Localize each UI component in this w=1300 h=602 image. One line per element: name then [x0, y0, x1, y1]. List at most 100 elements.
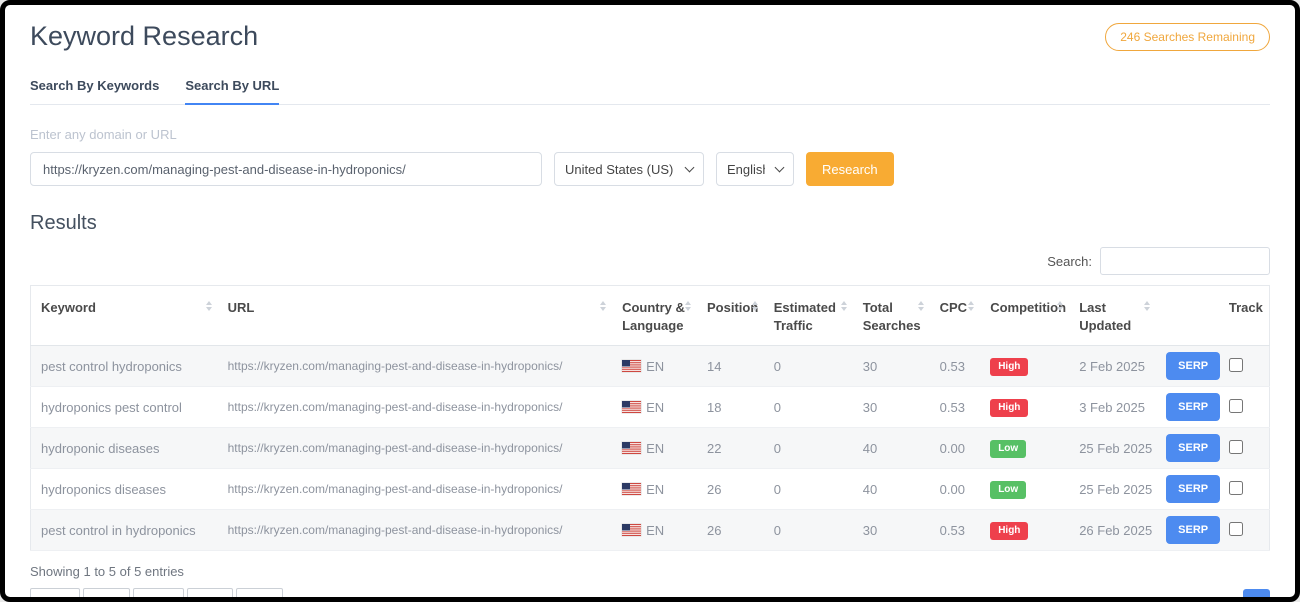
url-cell: https://kryzen.com/managing-pest-and-dis…: [218, 510, 612, 551]
serp-cell: SERP: [1156, 346, 1219, 387]
table-row: hydroponics pest control https://kryzen.…: [31, 387, 1270, 428]
position-cell: 14: [697, 346, 764, 387]
table-search-input[interactable]: [1100, 247, 1270, 275]
tab-search-by-keywords[interactable]: Search By Keywords: [30, 78, 159, 104]
cpc-cell: 0.53: [930, 346, 981, 387]
sort-icon: [968, 301, 974, 311]
col-label: CPC: [940, 300, 967, 315]
language-code: EN: [646, 441, 664, 456]
col-header-estimated-traffic[interactable]: Estimated Traffic: [764, 286, 853, 346]
csv-button[interactable]: CSV: [83, 588, 130, 602]
col-label: Country & Language: [622, 300, 685, 333]
sort-icon: [1057, 301, 1063, 311]
table-controls: Search:: [30, 247, 1270, 275]
competition-cell: High: [980, 387, 1069, 428]
col-header-country-language[interactable]: Country & Language: [612, 286, 697, 346]
results-table: Keyword URL Country & Language Position …: [30, 285, 1270, 551]
total-searches-cell: 30: [853, 510, 930, 551]
country-language-cell: EN: [612, 346, 697, 387]
position-cell: 26: [697, 469, 764, 510]
entries-info: Showing 1 to 5 of 5 entries: [30, 564, 1270, 579]
keyword-cell: hydroponics diseases: [31, 469, 218, 510]
country-language-cell: EN: [612, 428, 697, 469]
pagination: 1: [1243, 589, 1270, 602]
competition-badge: Low: [990, 440, 1026, 458]
competition-cell: High: [980, 510, 1069, 551]
position-cell: 18: [697, 387, 764, 428]
col-header-total-searches[interactable]: Total Searches: [853, 286, 930, 346]
estimated-traffic-cell: 0: [764, 387, 853, 428]
serp-button[interactable]: SERP: [1166, 352, 1220, 380]
country-select[interactable]: United States (US): [554, 152, 704, 186]
keyword-cell: pest control in hydroponics: [31, 510, 218, 551]
position-cell: 26: [697, 510, 764, 551]
col-header-position[interactable]: Position: [697, 286, 764, 346]
track-cell: [1219, 510, 1270, 551]
export-buttons: Copy CSV Excel PDF Print: [30, 588, 283, 602]
track-checkbox[interactable]: [1229, 522, 1243, 536]
copy-button[interactable]: Copy: [30, 588, 80, 602]
table-row: hydroponics diseases https://kryzen.com/…: [31, 469, 1270, 510]
competition-cell: Low: [980, 469, 1069, 510]
research-button[interactable]: Research: [806, 152, 894, 186]
table-footer: Copy CSV Excel PDF Print 1: [30, 588, 1270, 602]
table-header-row: Keyword URL Country & Language Position …: [31, 286, 1270, 346]
col-header-keyword[interactable]: Keyword: [31, 286, 218, 346]
estimated-traffic-cell: 0: [764, 428, 853, 469]
competition-cell: High: [980, 346, 1069, 387]
col-header-serp: [1156, 286, 1219, 346]
total-searches-cell: 40: [853, 469, 930, 510]
language-select[interactable]: English: [716, 152, 794, 186]
page-1-button[interactable]: 1: [1243, 589, 1270, 602]
track-checkbox[interactable]: [1229, 358, 1243, 372]
position-cell: 22: [697, 428, 764, 469]
serp-cell: SERP: [1156, 510, 1219, 551]
last-updated-cell: 2 Feb 2025: [1069, 346, 1156, 387]
col-label: URL: [228, 300, 255, 315]
col-header-last-updated[interactable]: Last Updated: [1069, 286, 1156, 346]
col-header-competition[interactable]: Competition: [980, 286, 1069, 346]
serp-button[interactable]: SERP: [1166, 516, 1220, 544]
tab-bar: Search By Keywords Search By URL: [30, 78, 1270, 105]
language-select-wrap: English: [716, 152, 794, 186]
country-language-cell: EN: [612, 510, 697, 551]
col-header-cpc[interactable]: CPC: [930, 286, 981, 346]
estimated-traffic-cell: 0: [764, 469, 853, 510]
excel-button[interactable]: Excel: [133, 588, 184, 602]
estimated-traffic-cell: 0: [764, 510, 853, 551]
col-label: Total Searches: [863, 300, 921, 333]
sort-icon: [841, 301, 847, 311]
track-checkbox[interactable]: [1229, 481, 1243, 495]
keyword-cell: hydroponics pest control: [31, 387, 218, 428]
serp-button[interactable]: SERP: [1166, 475, 1220, 503]
track-checkbox[interactable]: [1229, 440, 1243, 454]
table-row: pest control hydroponics https://kryzen.…: [31, 346, 1270, 387]
col-label: Position: [707, 300, 758, 315]
sort-icon: [600, 301, 606, 311]
track-cell: [1219, 387, 1270, 428]
page-title: Keyword Research: [30, 21, 258, 52]
searches-remaining-badge: 246 Searches Remaining: [1105, 23, 1270, 51]
competition-badge: High: [990, 522, 1028, 540]
url-cell: https://kryzen.com/managing-pest-and-dis…: [218, 428, 612, 469]
track-cell: [1219, 469, 1270, 510]
track-checkbox[interactable]: [1229, 399, 1243, 413]
tab-search-by-url[interactable]: Search By URL: [185, 78, 279, 105]
country-select-wrap: United States (US): [554, 152, 704, 186]
us-flag-icon: [622, 401, 641, 413]
url-input[interactable]: [30, 152, 542, 186]
competition-badge: High: [990, 358, 1028, 376]
last-updated-cell: 26 Feb 2025: [1069, 510, 1156, 551]
table-search-label: Search:: [1047, 254, 1092, 269]
col-header-url[interactable]: URL: [218, 286, 612, 346]
pdf-button[interactable]: PDF: [187, 588, 233, 602]
competition-badge: Low: [990, 481, 1026, 499]
track-cell: [1219, 428, 1270, 469]
serp-button[interactable]: SERP: [1166, 434, 1220, 462]
serp-button[interactable]: SERP: [1166, 393, 1220, 421]
print-button[interactable]: Print: [236, 588, 283, 602]
last-updated-cell: 25 Feb 2025: [1069, 469, 1156, 510]
cpc-cell: 0.53: [930, 510, 981, 551]
total-searches-cell: 30: [853, 346, 930, 387]
sort-icon: [685, 301, 691, 311]
